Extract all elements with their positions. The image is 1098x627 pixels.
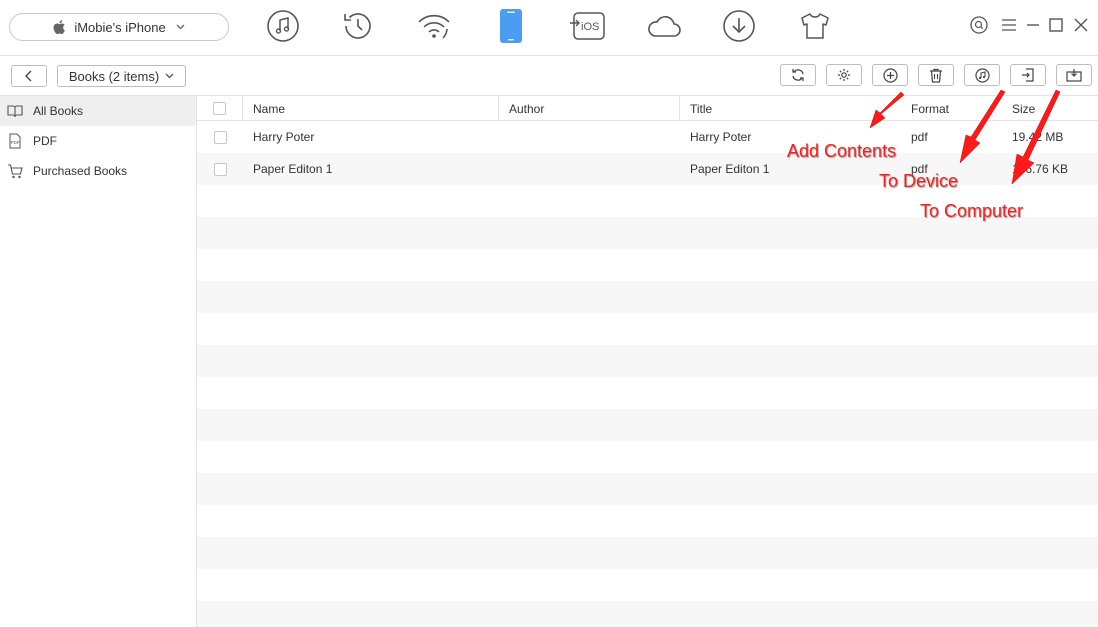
row-select-cell (197, 162, 243, 176)
nav-wifi[interactable] (415, 7, 453, 45)
add-icon (882, 67, 898, 83)
empty-row (197, 377, 1098, 409)
maximize-icon (1049, 18, 1063, 32)
sidebar-item-label: PDF (33, 134, 57, 148)
table-header: Name Author Title Format Size (197, 96, 1098, 121)
cloud-icon (648, 16, 681, 37)
music-icon (267, 10, 299, 42)
empty-row (197, 601, 1098, 627)
cart-icon (8, 163, 23, 178)
to-computer-button[interactable] (1010, 64, 1046, 86)
to-device-button[interactable] (964, 64, 1000, 86)
empty-row (197, 345, 1098, 377)
top-bar: iMobie's iPhone iOS (0, 0, 1098, 56)
download-icon (723, 10, 755, 42)
sidebar-item-pdf[interactable]: PDF PDF (0, 126, 196, 156)
sidebar-item-all-books[interactable]: All Books (0, 96, 196, 126)
column-header-size[interactable]: Size (1002, 96, 1098, 121)
history-icon (344, 13, 371, 39)
chevron-down-icon (176, 24, 185, 30)
settings-button[interactable] (826, 64, 862, 86)
nav-to-ios[interactable]: iOS (568, 7, 608, 45)
pdf-icon: PDF (9, 133, 21, 149)
annotation-to-computer: To Computer (920, 201, 1024, 221)
empty-row (197, 473, 1098, 505)
cell-name: Harry Poter (253, 130, 315, 144)
tshirt-icon (801, 13, 829, 39)
cell-size: 19.42 MB (1012, 130, 1064, 144)
empty-row (197, 569, 1098, 601)
nav-device[interactable] (492, 7, 530, 45)
books-table: Name Author Title Format Size Harry Pote… (197, 96, 1098, 627)
refresh-button[interactable] (780, 64, 816, 86)
column-header-name[interactable]: Name (243, 96, 499, 121)
to-device-icon (974, 67, 990, 83)
category-dropdown[interactable]: Books (2 items) (57, 65, 186, 87)
back-button[interactable] (11, 65, 47, 87)
annotation-add-contents: Add Contents (787, 141, 897, 161)
delete-button[interactable] (918, 64, 954, 86)
menu-button[interactable] (1000, 16, 1018, 34)
phone-icon (500, 9, 522, 43)
to-ios-icon: iOS (570, 12, 605, 40)
wifi-icon (418, 14, 450, 39)
hamburger-menu-icon (1002, 19, 1016, 31)
export-icon (1066, 69, 1082, 82)
nav-cloud[interactable] (644, 7, 684, 45)
table-row[interactable]: Paper Editon 1 Paper Editon 1 pdf 146.76… (197, 153, 1098, 185)
to-computer-icon (1022, 68, 1034, 82)
minimize-button[interactable] (1024, 16, 1042, 34)
export-button[interactable] (1056, 64, 1092, 86)
empty-row (197, 441, 1098, 473)
search-button[interactable] (970, 16, 988, 34)
cell-name: Paper Editon 1 (253, 162, 333, 176)
apple-icon (53, 20, 66, 34)
category-label: Books (2 items) (68, 68, 160, 84)
close-icon (1074, 18, 1088, 32)
cell-title: Paper Editon 1 (690, 162, 770, 176)
annotation-to-device: To Device (879, 171, 959, 191)
row-select-cell (197, 130, 243, 144)
sidebar: All Books PDF PDF Purchased Books (0, 96, 197, 627)
device-name: iMobie's iPhone (74, 19, 166, 35)
table-row[interactable]: Harry Poter Harry Poter pdf 19.42 MB (197, 121, 1098, 153)
refresh-icon (792, 69, 804, 81)
sidebar-item-label: Purchased Books (33, 164, 128, 178)
nav-download[interactable] (720, 7, 758, 45)
add-content-button[interactable] (872, 64, 908, 86)
nav-music[interactable] (264, 7, 302, 45)
content-toolbar: Books (2 items) (0, 56, 1098, 96)
device-selector[interactable]: iMobie's iPhone (9, 13, 229, 41)
chevron-left-icon (25, 70, 32, 82)
close-button[interactable] (1072, 16, 1090, 34)
svg-text:PDF: PDF (11, 140, 20, 145)
minimize-icon (1027, 24, 1039, 26)
cell-format: pdf (911, 130, 928, 144)
cell-size: 146.76 KB (1012, 162, 1069, 176)
empty-row (197, 313, 1098, 345)
column-header-author[interactable]: Author (499, 96, 680, 121)
column-header-title[interactable]: Title (680, 96, 901, 121)
select-all-checkbox[interactable] (213, 102, 226, 115)
empty-row (197, 281, 1098, 313)
sidebar-item-purchased-books[interactable]: Purchased Books (0, 156, 196, 186)
settings-icon (838, 69, 850, 81)
nav-history[interactable] (339, 7, 377, 45)
empty-row (197, 249, 1098, 281)
row-checkbox[interactable] (213, 162, 227, 176)
book-icon (7, 105, 23, 118)
search-icon (970, 16, 988, 34)
nav-toolbox[interactable] (796, 7, 834, 45)
maximize-button[interactable] (1047, 16, 1065, 34)
empty-row (197, 537, 1098, 569)
column-header-format[interactable]: Format (901, 96, 1002, 121)
chevron-down-icon (165, 73, 174, 79)
empty-row (197, 409, 1098, 441)
sidebar-item-label: All Books (33, 104, 84, 118)
row-checkbox[interactable] (213, 130, 227, 144)
empty-row (197, 505, 1098, 537)
to-ios-label: iOS (581, 21, 599, 33)
select-all-cell (197, 96, 243, 121)
delete-icon (930, 68, 942, 83)
